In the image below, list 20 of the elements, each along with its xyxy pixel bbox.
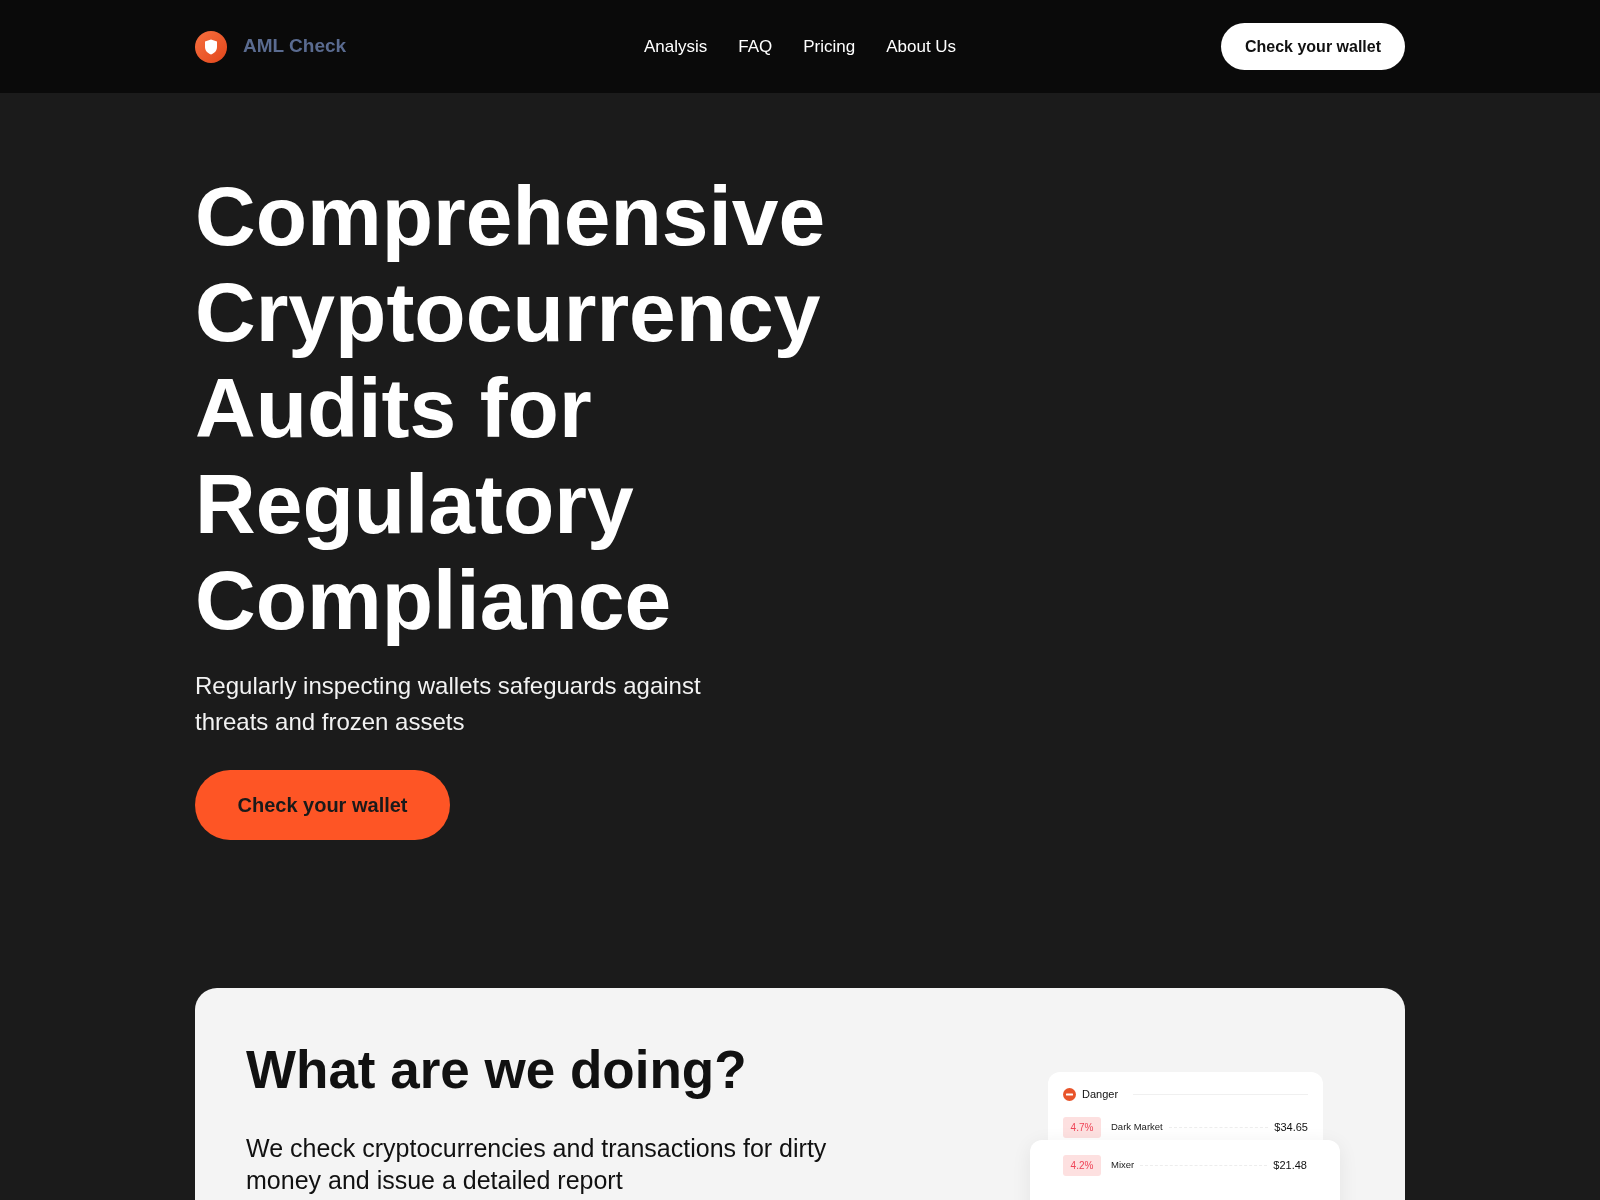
check-wallet-button[interactable]: Check your wallet — [1220, 23, 1405, 70]
logo-link[interactable]: AML Check — [195, 30, 347, 63]
shield-icon — [195, 30, 227, 63]
hero-heading: Comprehensive Cryptocurrency Audits for Regulatory Compliance — [195, 168, 827, 648]
nav-link[interactable]: About Us — [886, 33, 957, 60]
risk-category-label: Danger — [1082, 1086, 1119, 1102]
amount-value: $34.65 — [1274, 1120, 1308, 1136]
no-entry-icon — [1063, 1087, 1076, 1101]
nav-link[interactable]: FAQ — [738, 33, 773, 60]
source-label: Dark Market — [1111, 1120, 1163, 1135]
section-heading: What are we doing? — [246, 1039, 748, 1101]
nav-link[interactable]: Analysis — [643, 33, 708, 60]
hero-subtitle: Regularly inspecting wallets safeguards against threats and frozen assets — [195, 671, 702, 737]
section-text: We check cryptocurrencies and transactions for dirty money and issue a detailed report — [246, 1133, 828, 1196]
nav-link[interactable]: Pricing — [803, 33, 856, 60]
source-label: Mixer — [1111, 1158, 1135, 1173]
percent-tag: 4.7% — [1063, 1117, 1101, 1138]
check-wallet-button[interactable]: Check your wallet — [195, 770, 450, 840]
amount-value: $21.48 — [1273, 1158, 1307, 1174]
percent-tag: 4.2% — [1063, 1155, 1101, 1176]
